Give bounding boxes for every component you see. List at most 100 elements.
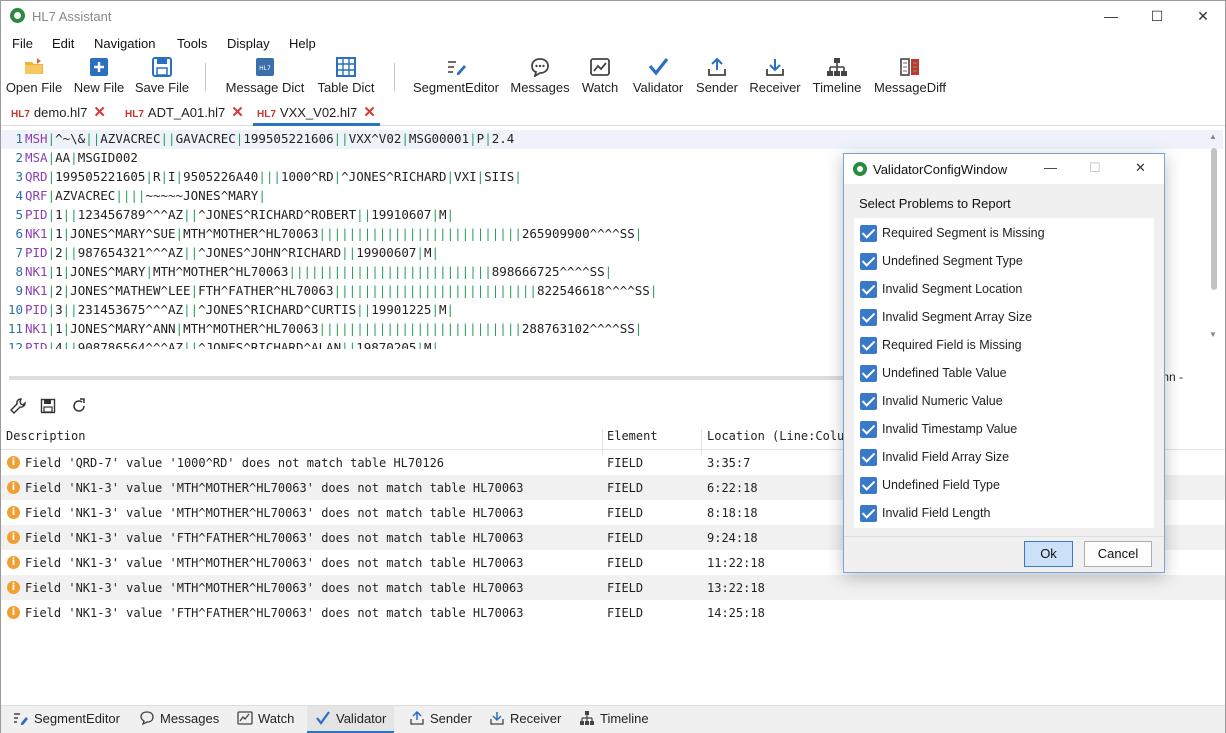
code-line[interactable]: NK1|2|JONES^MATHEW^LEE|FTH^FATHER^HL7006… — [25, 283, 657, 298]
close-tab-icon[interactable]: ✕ — [231, 104, 244, 121]
table-row[interactable]: i Field 'NK1-3' value 'FTH^FATHER^HL70063… — [1, 600, 1225, 625]
menu-edit[interactable]: Edit — [52, 36, 74, 51]
bottom-tab-timeline[interactable]: Timeline — [575, 706, 653, 733]
close-tab-icon[interactable]: ✕ — [363, 104, 376, 121]
checkbox-checked-icon[interactable] — [860, 253, 877, 270]
ok-button[interactable]: Ok — [1024, 541, 1073, 567]
header-location[interactable]: Location (Line:Colu — [707, 429, 844, 443]
menu-tools[interactable]: Tools — [177, 36, 207, 51]
problem-option-checkbox[interactable]: Undefined Segment Type — [860, 250, 1160, 272]
problem-option-checkbox[interactable]: Undefined Table Value — [860, 362, 1160, 384]
menu-help[interactable]: Help — [289, 36, 316, 51]
problem-option-checkbox[interactable]: Invalid Timestamp Value — [860, 418, 1160, 440]
maximize-button[interactable]: ☐ — [1134, 1, 1180, 31]
file-tab-bar: HL7 demo.hl7 ✕ HL7 ADT_A01.hl7 ✕ HL7 VXX_V02.… — [1, 102, 1225, 126]
folder-icon — [25, 58, 43, 74]
menu-file[interactable]: File — [12, 36, 33, 51]
checkbox-label: Undefined Field Type — [882, 478, 1000, 492]
checkbox-checked-icon[interactable] — [860, 477, 877, 494]
checkbox-checked-icon[interactable] — [860, 309, 877, 326]
problem-option-checkbox[interactable]: Invalid Field Array Size — [860, 446, 1160, 468]
code-line[interactable]: NK1|1|JONES^MARY^ANN|MTH^MOTHER^HL70063|… — [25, 321, 642, 336]
segment-editor-button[interactable]: SegmentEditor — [409, 55, 503, 99]
cell-location: 3:35:7 — [707, 456, 751, 470]
messages-button[interactable]: Messages — [509, 55, 571, 99]
close-tab-icon[interactable]: ✕ — [93, 104, 106, 121]
minimize-button[interactable]: — — [1088, 1, 1134, 31]
code-line[interactable]: PID|4||908786564^^^AZ||^JONES^RICHARD^AL… — [25, 340, 439, 349]
dialog-close-button[interactable]: ✕ — [1135, 160, 1146, 176]
receiver-button[interactable]: Receiver — [747, 55, 803, 99]
problem-option-checkbox[interactable]: Invalid Numeric Value — [860, 390, 1160, 412]
checkbox-checked-icon[interactable] — [860, 281, 877, 298]
new-file-button[interactable]: New File — [71, 55, 127, 99]
menu-display[interactable]: Display — [227, 36, 270, 51]
bottom-tab-watch[interactable]: Watch — [233, 706, 298, 733]
bottom-tab-sender[interactable]: Sender — [405, 706, 476, 733]
timeline-button[interactable]: Timeline — [809, 55, 865, 99]
save-icon — [152, 57, 172, 77]
checkbox-checked-icon[interactable] — [860, 225, 877, 242]
problem-option-checkbox[interactable]: Invalid Field Length — [860, 502, 1160, 524]
save-file-button[interactable]: Save File — [133, 55, 191, 99]
code-line[interactable]: NK1|1|JONES^MARY^SUE|MTH^MOTHER^HL70063|… — [25, 226, 642, 241]
hl7-badge: HL7 — [11, 109, 30, 120]
bottom-tab-receiver[interactable]: Receiver — [485, 706, 565, 733]
message-dict-button[interactable]: HL7 Message Dict — [223, 55, 307, 99]
problem-option-checkbox[interactable]: Undefined Field Type — [860, 474, 1160, 496]
code-line[interactable]: MSH|^~\&||AZVACREC||GAVACREC|19950522160… — [25, 131, 514, 146]
chat-icon — [140, 711, 154, 725]
code-line[interactable]: QRD|199505221605|R|I|9505226A40|||1000^R… — [25, 169, 522, 184]
editor-vertical-scrollbar[interactable]: ▲ ▼ — [1209, 132, 1219, 360]
menu-navigation[interactable]: Navigation — [94, 36, 155, 51]
checkbox-checked-icon[interactable] — [860, 365, 877, 382]
open-file-button[interactable]: Open File — [5, 55, 63, 99]
line-number: 2 — [15, 150, 23, 165]
problem-option-checkbox[interactable]: Invalid Segment Array Size — [860, 306, 1160, 328]
chart-icon — [237, 711, 253, 725]
checkbox-checked-icon[interactable] — [860, 449, 877, 466]
validator-button[interactable]: Validator — [629, 55, 687, 99]
timeline-icon — [580, 711, 594, 725]
table-dict-button[interactable]: Table Dict — [313, 55, 379, 99]
sender-button[interactable]: Sender — [693, 55, 741, 99]
checkbox-checked-icon[interactable] — [860, 393, 877, 410]
close-window-button[interactable]: ✕ — [1180, 1, 1226, 31]
dialog-maximize-button[interactable]: ☐ — [1089, 160, 1101, 176]
checkbox-checked-icon[interactable] — [860, 505, 877, 522]
bottom-tab-segmenteditor[interactable]: SegmentEditor — [9, 706, 124, 733]
tab-demo[interactable]: HL7 demo.hl7 ✕ — [11, 102, 106, 126]
cell-location: 14:25:18 — [707, 606, 765, 620]
bottom-tab-messages[interactable]: Messages — [135, 706, 223, 733]
message-diff-button[interactable]: MessageDiff — [871, 55, 949, 99]
check-icon — [316, 711, 330, 725]
dialog-title: ValidatorConfigWindow — [873, 162, 1008, 177]
bottom-tab-validator[interactable]: Validator — [307, 706, 395, 733]
header-description[interactable]: Description — [6, 429, 85, 443]
watch-button[interactable]: Watch — [577, 55, 623, 99]
cancel-button[interactable]: Cancel — [1084, 541, 1152, 567]
problem-option-checkbox[interactable]: Required Segment is Missing — [860, 222, 1160, 244]
checkbox-checked-icon[interactable] — [860, 421, 877, 438]
save-icon[interactable] — [40, 398, 56, 414]
tab-vxx-v02[interactable]: HL7 VXX_V02.hl7 ✕ — [253, 102, 380, 126]
checkbox-checked-icon[interactable] — [860, 337, 877, 354]
problem-option-checkbox[interactable]: Invalid Segment Location — [860, 278, 1160, 300]
code-line[interactable]: QRF|AZVACREC||||~~~~~JONES^MARY| — [25, 188, 266, 203]
dialog-minimize-button[interactable]: — — [1044, 160, 1057, 175]
code-line[interactable]: NK1|1|JONES^MARY|MTH^MOTHER^HL70063|||||… — [25, 264, 612, 279]
header-element[interactable]: Element — [607, 429, 658, 443]
new-file-icon — [90, 58, 108, 76]
code-line[interactable]: MSA|AA|MSGID002 — [25, 150, 138, 165]
tab-adt-a01[interactable]: HL7 ADT_A01.hl7 ✕ — [125, 102, 244, 126]
wrench-icon[interactable] — [10, 398, 26, 414]
code-line[interactable]: PID|1||123456789^^^AZ||^JONES^RICHARD^RO… — [25, 207, 454, 222]
table-row[interactable]: i Field 'NK1-3' value 'MTH^MOTHER^HL70063… — [1, 575, 1225, 600]
editor-horizontal-scrollbar[interactable] — [9, 376, 849, 380]
code-line[interactable]: PID|2||987654321^^^AZ||^JONES^JOHN^RICHA… — [25, 245, 439, 260]
refresh-icon[interactable] — [71, 398, 87, 414]
line-number: 8 — [15, 264, 23, 279]
problem-option-checkbox[interactable]: Required Field is Missing — [860, 334, 1160, 356]
cell-location: 6:22:18 — [707, 481, 758, 495]
code-line[interactable]: PID|3||231453675^^^AZ||^JONES^RICHARD^CU… — [25, 302, 454, 317]
